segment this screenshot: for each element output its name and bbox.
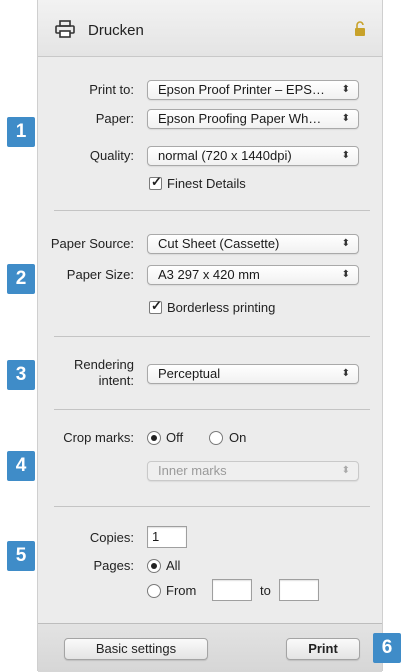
print-button[interactable]: Print <box>286 638 360 660</box>
finest-details-checkbox[interactable]: ✓ <box>149 174 162 190</box>
section-divider <box>54 409 370 410</box>
crop-marks-label: Crop marks: <box>63 430 134 445</box>
rendering-intent-label-line2: intent: <box>98 373 134 388</box>
section-divider <box>54 210 370 211</box>
quality-select[interactable]: normal (720 x 1440dpi) ⬍ <box>147 146 359 166</box>
callout-badge-2: 2 <box>7 264 35 294</box>
rendering-intent-value: Perceptual <box>158 366 221 381</box>
crop-marks-on-radio[interactable] <box>209 431 223 445</box>
print-to-select[interactable]: Epson Proof Printer – EPS… ⬍ <box>147 80 359 100</box>
dialog-footer: Basic settings Print <box>38 623 382 672</box>
printer-icon <box>55 20 75 38</box>
quality-value: normal (720 x 1440dpi) <box>158 148 292 163</box>
pages-label: Pages: <box>93 558 134 573</box>
quality-label: Quality: <box>89 148 134 163</box>
paper-source-value: Cut Sheet (Cassette) <box>158 236 280 251</box>
unlocked-padlock-icon[interactable] <box>353 21 367 37</box>
copies-field[interactable]: 1 <box>147 526 187 548</box>
paper-source-label: Paper Source: <box>50 236 134 251</box>
paper-label: Paper: <box>95 111 134 126</box>
pages-from-field[interactable] <box>212 579 252 601</box>
select-arrows-icon: ⬍ <box>341 465 350 476</box>
section-divider <box>54 336 370 337</box>
dialog-header: Drucken <box>38 0 382 57</box>
callout-badge-1: 1 <box>7 117 35 147</box>
select-arrows-icon: ⬍ <box>341 269 350 280</box>
marks-type-value: Inner marks <box>158 463 227 478</box>
select-arrows-icon: ⬍ <box>341 368 350 379</box>
select-arrows-icon: ⬍ <box>341 84 350 95</box>
paper-size-value: A3 297 x 420 mm <box>158 267 260 282</box>
borderless-printing-checkbox[interactable]: ✓ <box>149 298 162 314</box>
paper-source-select[interactable]: Cut Sheet (Cassette) ⬍ <box>147 234 359 254</box>
rendering-intent-label-line1: Rendering <box>74 357 134 372</box>
checkmark-icon: ✓ <box>151 298 162 313</box>
pages-from-label: From <box>166 583 197 598</box>
checkmark-icon: ✓ <box>151 174 162 189</box>
select-arrows-icon: ⬍ <box>341 238 350 249</box>
marks-type-select: Inner marks ⬍ <box>147 461 359 481</box>
callout-badge-3: 3 <box>7 360 35 390</box>
section-divider <box>54 506 370 507</box>
print-dialog-panel: Drucken Print to: Epson Proof Printer – … <box>37 0 383 672</box>
pages-from-radio[interactable] <box>147 584 161 598</box>
print-to-label: Print to: <box>89 82 134 97</box>
pages-all-radio[interactable] <box>147 559 161 573</box>
crop-marks-off-radio[interactable] <box>147 431 161 445</box>
pages-to-label: to <box>260 583 271 598</box>
print-to-value: Epson Proof Printer – EPS… <box>158 82 325 97</box>
rendering-intent-label: Rendering intent: <box>38 357 134 389</box>
borderless-printing-label: Borderless printing <box>167 300 276 315</box>
callout-badge-6: 6 <box>373 633 401 663</box>
copies-label: Copies: <box>89 530 134 545</box>
select-arrows-icon: ⬍ <box>341 113 350 124</box>
pages-to-field[interactable] <box>279 579 319 601</box>
crop-marks-on-label: On <box>229 430 247 445</box>
crop-marks-off-label: Off <box>166 430 184 445</box>
rendering-intent-select[interactable]: Perceptual ⬍ <box>147 364 359 384</box>
callout-badge-4: 4 <box>7 451 35 481</box>
pages-all-label: All <box>166 558 181 573</box>
dialog-title: Drucken <box>88 22 144 39</box>
paper-size-select[interactable]: A3 297 x 420 mm ⬍ <box>147 265 359 285</box>
callout-badge-5: 5 <box>7 541 35 571</box>
paper-select[interactable]: Epson Proofing Paper Wh… ⬍ <box>147 109 359 129</box>
select-arrows-icon: ⬍ <box>341 150 350 161</box>
finest-details-label: Finest Details <box>167 176 246 191</box>
paper-value: Epson Proofing Paper Wh… <box>158 111 322 126</box>
basic-settings-button[interactable]: Basic settings <box>64 638 208 660</box>
paper-size-label: Paper Size: <box>66 267 134 282</box>
